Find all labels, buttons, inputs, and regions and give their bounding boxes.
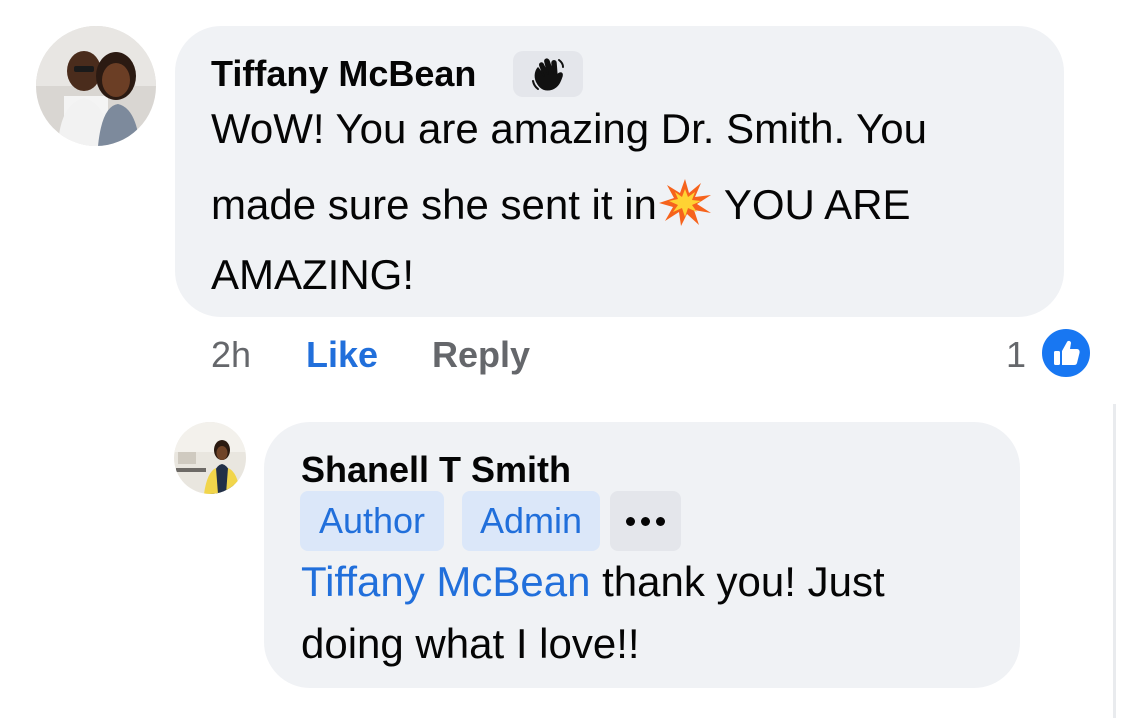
reply-text-line-1: Tiffany McBean thank you! Just [301,551,1001,613]
commenter-avatar[interactable] [36,26,156,146]
admin-badge: Admin [462,491,600,551]
reply-author-name[interactable]: Shanell T Smith [301,449,571,491]
reply-author-avatar[interactable] [174,422,246,494]
reply-text-line-2: doing what I love!! [301,620,640,667]
comment-text-line-3: AMAZING! [211,251,415,298]
comment-text: WoW! You are amazing Dr. Smith. You made… [211,96,1051,308]
reply-text: Tiffany McBean thank you! Just doing wha… [301,551,1001,675]
mention-link[interactable]: Tiffany McBean [301,558,590,605]
collision-icon [657,174,713,226]
more-dots-icon[interactable] [610,491,681,551]
author-badge: Author [300,491,444,551]
thumbs-up-icon[interactable] [1039,326,1093,380]
comment-text-line-2-a: made sure she sent it in [211,181,657,228]
reply-button[interactable]: Reply [432,334,530,376]
waving-hand-icon [513,51,583,97]
comment-text-line-2: made sure she sent it in YOU ARE [211,166,1051,242]
reaction-count[interactable]: 1 [1006,334,1026,376]
comment-text-line-2-b: YOU ARE [712,181,911,228]
scrollbar[interactable] [1113,404,1116,718]
comment-author-name[interactable]: Tiffany McBean [211,53,476,95]
comment-text-line-1: WoW! You are amazing Dr. Smith. You [211,105,927,152]
reply-text-after-mention: thank you! Just [590,558,885,605]
comment-time: 2h [211,334,252,375]
like-button[interactable]: Like [306,334,378,376]
